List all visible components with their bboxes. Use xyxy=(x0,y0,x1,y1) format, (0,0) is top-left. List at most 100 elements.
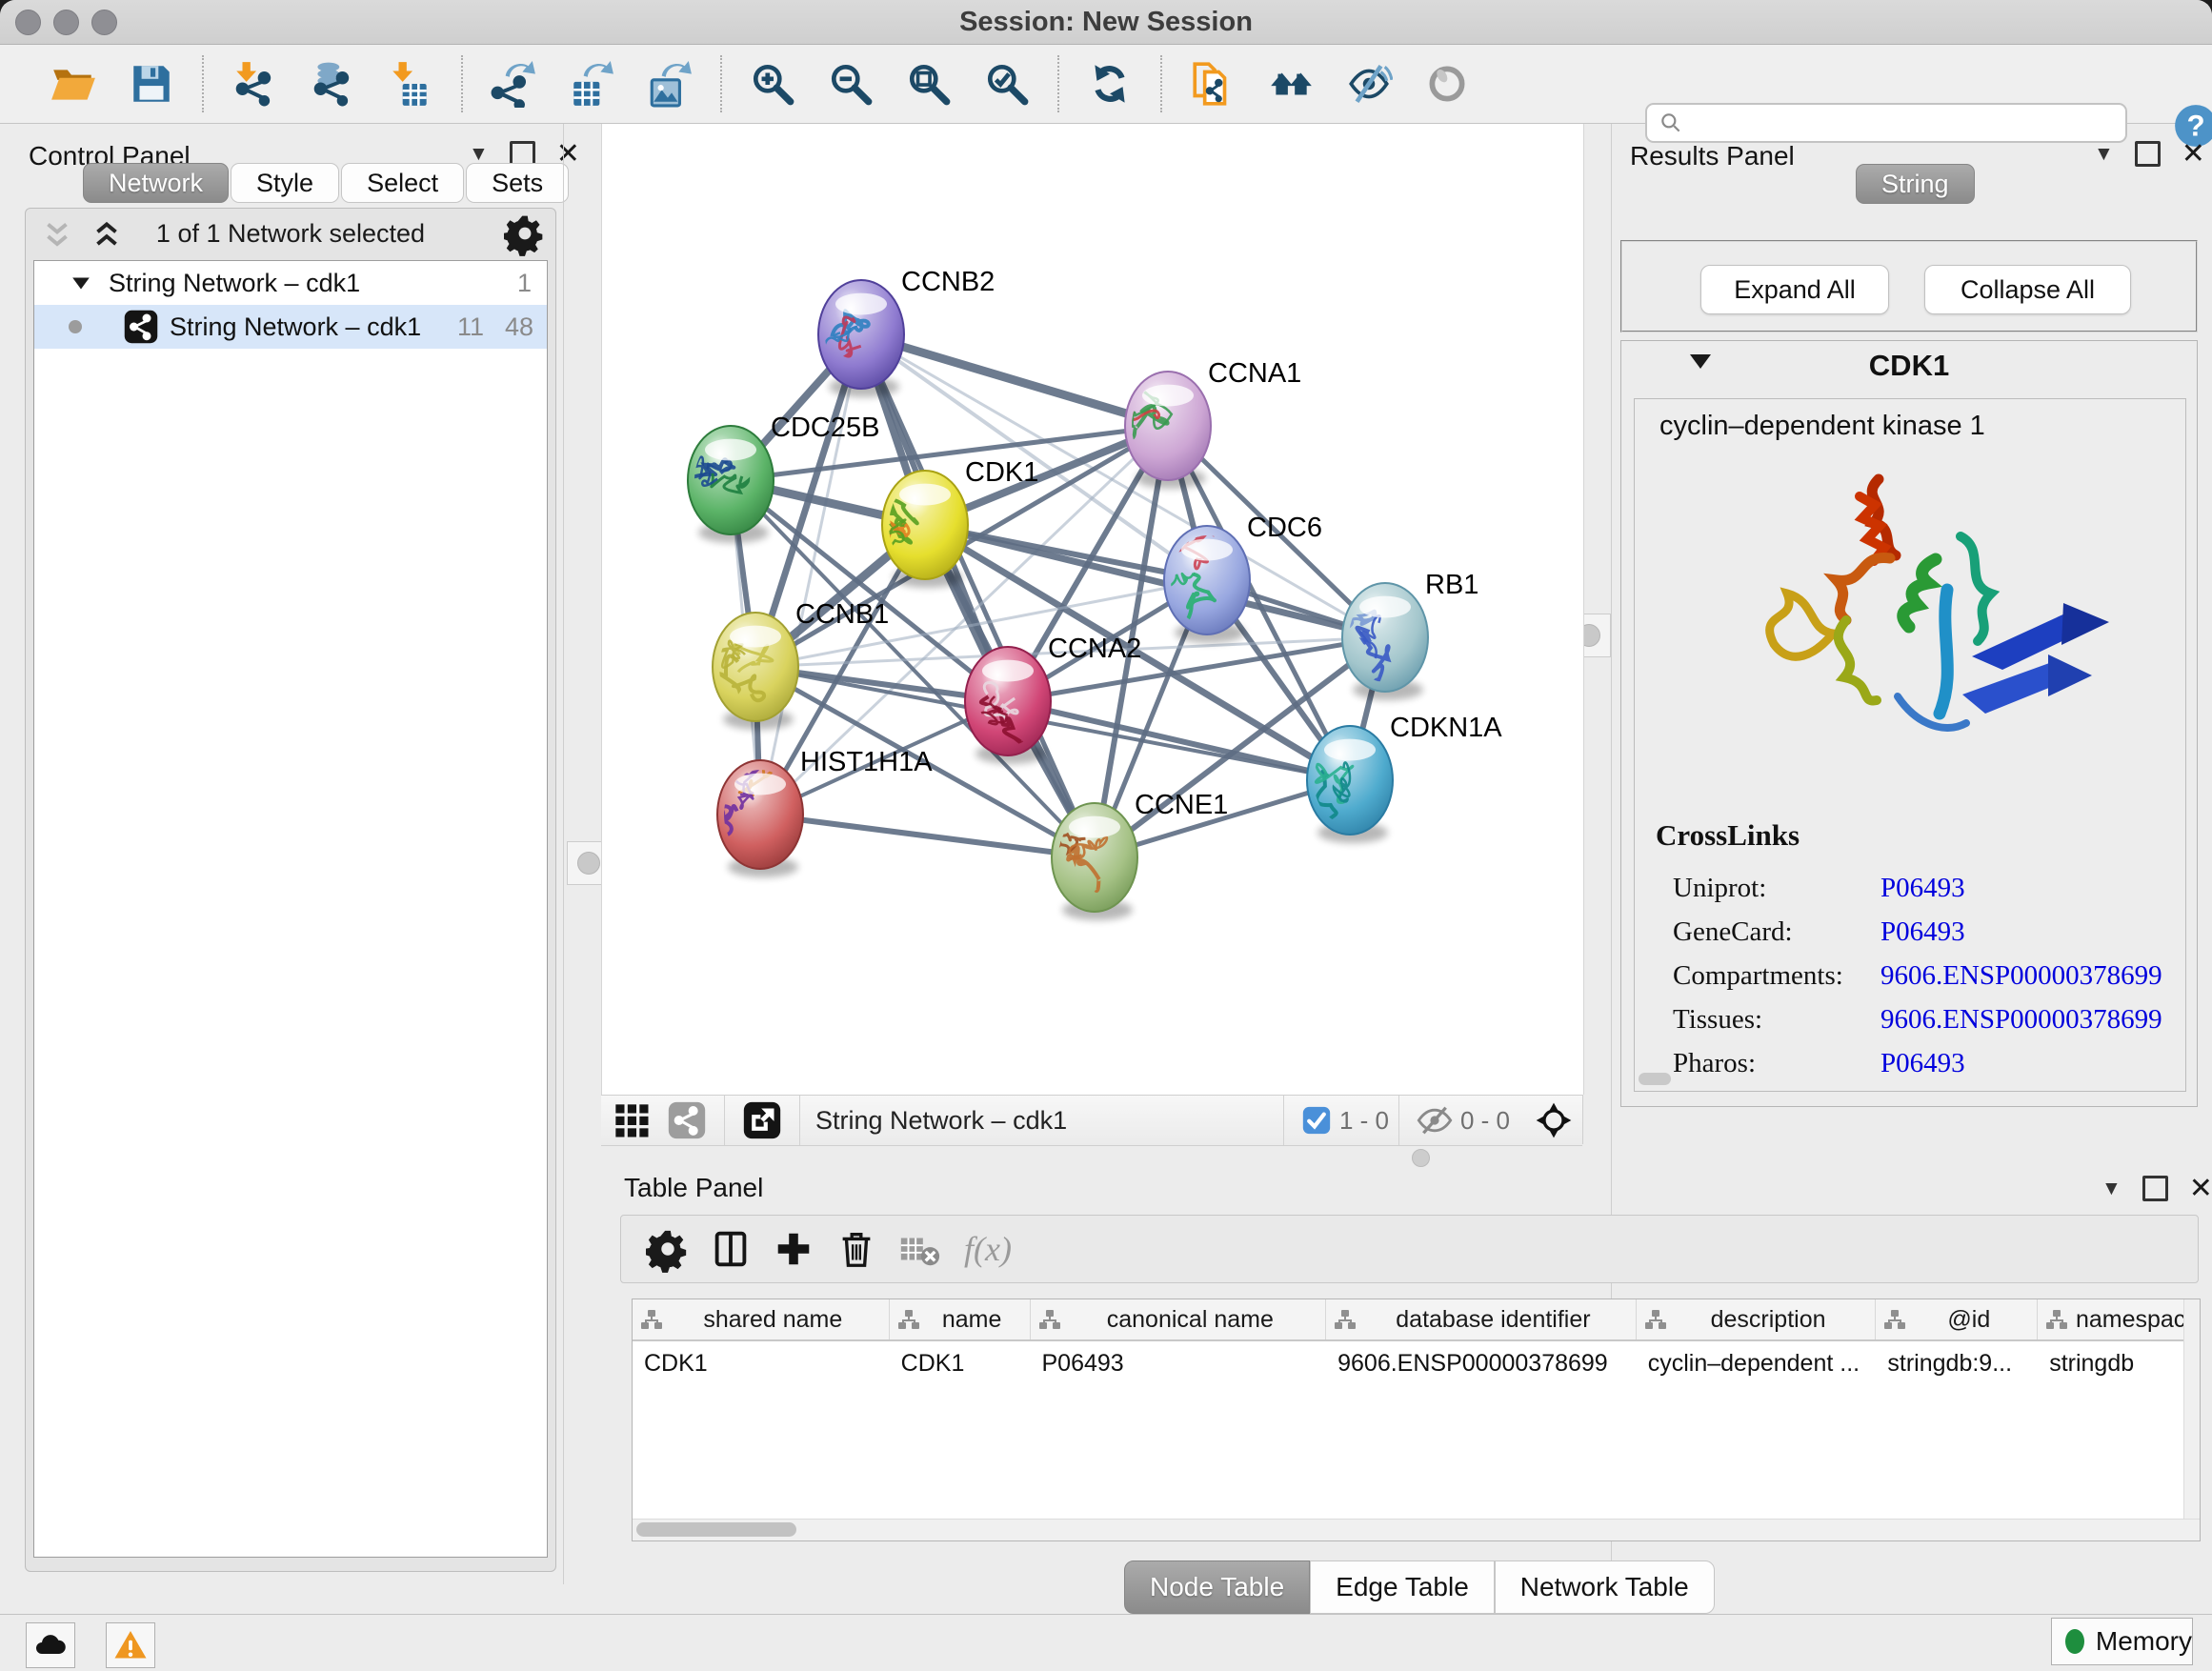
cloud-button[interactable] xyxy=(26,1622,75,1668)
control-panel-close-icon[interactable]: ✕ xyxy=(556,144,580,164)
node-CCNE1[interactable]: CCNE1 xyxy=(1052,790,1228,920)
warnings-button[interactable] xyxy=(106,1622,155,1668)
node-label: CCNB2 xyxy=(901,267,995,297)
tab-string[interactable]: String xyxy=(1856,164,1975,204)
export-image-icon[interactable] xyxy=(644,56,695,111)
open-session-icon[interactable] xyxy=(48,56,99,111)
column-header-database-identifier[interactable]: database identifier xyxy=(1326,1299,1637,1339)
column-header--id[interactable]: @id xyxy=(1876,1299,2038,1339)
network-view-icon[interactable] xyxy=(666,1099,708,1141)
tab-network-table[interactable]: Network Table xyxy=(1495,1560,1715,1614)
expand-all-button[interactable]: Expand All xyxy=(1700,265,1889,314)
add-column-icon[interactable] xyxy=(772,1221,815,1277)
toolbar-separator xyxy=(202,55,204,112)
first-neighbors-icon[interactable] xyxy=(1265,56,1317,111)
refresh-network-icon[interactable] xyxy=(1084,56,1136,111)
collapse-all-button[interactable]: Collapse All xyxy=(1924,265,2131,314)
control-panel: Control Panel ▼ ✕ NetworkStyleSelectSets… xyxy=(10,124,562,1584)
fit-selected-crosshair-icon[interactable] xyxy=(1533,1099,1575,1141)
import-network-database-icon[interactable] xyxy=(307,56,358,111)
new-network-from-file-icon[interactable] xyxy=(1187,56,1238,111)
node-CCNA1[interactable]: CCNA1 xyxy=(1108,358,1301,489)
selected-nodes-checkbox-icon[interactable] xyxy=(1300,1099,1333,1141)
detach-view-icon[interactable] xyxy=(741,1099,783,1141)
tab-select[interactable]: Select xyxy=(341,163,464,203)
column-header-shared-name[interactable]: shared name xyxy=(633,1299,890,1339)
crosslink-link[interactable]: P06493 xyxy=(1880,873,1965,904)
crosslink-link[interactable]: 9606.ENSP00000378699 xyxy=(1880,960,2162,992)
zoom-fit-icon[interactable] xyxy=(903,56,955,111)
node-RB1[interactable]: RB1 xyxy=(1342,570,1478,700)
split-panel-icon[interactable] xyxy=(709,1221,753,1277)
zoom-in-icon[interactable] xyxy=(747,56,798,111)
grid-view-icon[interactable] xyxy=(611,1099,653,1141)
collection-expander-icon[interactable] xyxy=(72,277,90,289)
gene-expander-icon[interactable] xyxy=(1690,354,1711,369)
table-row[interactable]: CDK1CDK1P064939606.ENSP00000378699cyclin… xyxy=(633,1341,2200,1385)
bottom-splitter-handle[interactable] xyxy=(1412,1149,1430,1167)
crosslink-row: Uniprot:P06493 xyxy=(1673,866,2168,910)
export-network-icon[interactable] xyxy=(488,56,539,111)
column-header-description[interactable]: description xyxy=(1637,1299,1877,1339)
zoom-out-icon[interactable] xyxy=(825,56,876,111)
table-vertical-scrollbar[interactable] xyxy=(2183,1299,2200,1540)
network-collection-row[interactable]: String Network – cdk1 1 xyxy=(34,261,547,305)
table-cell[interactable]: CDK1 xyxy=(633,1341,890,1385)
node-HIST1H1A[interactable]: HIST1H1A xyxy=(705,747,933,877)
table-settings-icon[interactable] xyxy=(646,1221,690,1277)
results-panel-float-icon[interactable] xyxy=(2135,141,2161,167)
table-panel-menu-icon[interactable]: ▼ xyxy=(2101,1178,2122,1200)
network-options-gear-icon[interactable] xyxy=(504,206,546,261)
gene-section-header[interactable]: CDK1 xyxy=(1621,341,2197,391)
network-view-canvas[interactable]: CCNB2CCNA1CDC25BCDK1CDC6RB1CCNB1CCNA2CDK… xyxy=(601,124,1584,1095)
show-all-icon[interactable] xyxy=(1421,56,1473,111)
network-row[interactable]: String Network – cdk1 11 48 xyxy=(34,305,547,349)
tab-edge-table[interactable]: Edge Table xyxy=(1310,1560,1495,1614)
save-session-icon[interactable] xyxy=(126,56,177,111)
import-table-icon[interactable] xyxy=(385,56,436,111)
delete-table-icon[interactable] xyxy=(897,1221,941,1277)
table-panel-close-icon[interactable]: ✕ xyxy=(2189,1178,2212,1198)
column-header-name[interactable]: name xyxy=(890,1299,1031,1339)
edge-CCNB2-CCNA1[interactable] xyxy=(861,334,1168,426)
network-label: String Network – cdk1 xyxy=(170,312,421,342)
node-CDC6[interactable]: CDC6 xyxy=(1141,513,1322,643)
delete-column-icon[interactable] xyxy=(835,1221,878,1277)
node-label: CDKN1A xyxy=(1390,713,1502,743)
table-cell[interactable]: stringdb:9... xyxy=(1876,1341,2038,1385)
function-builder-icon[interactable]: f(x) xyxy=(964,1229,1012,1269)
node-label: CCNA1 xyxy=(1208,358,1301,389)
hide-selected-icon[interactable] xyxy=(1343,56,1395,111)
node-CDKN1A[interactable]: CDKN1A xyxy=(1307,713,1502,843)
zoom-selected-icon[interactable] xyxy=(981,56,1033,111)
edge-CCNB2-CCNE1[interactable] xyxy=(861,334,1095,857)
crosslink-link[interactable]: P06493 xyxy=(1880,1048,1965,1079)
table-horizontal-scrollbar[interactable] xyxy=(633,1519,2200,1540)
table-cell[interactable]: CDK1 xyxy=(890,1341,1031,1385)
column-header-namespac[interactable]: namespac xyxy=(2038,1299,2200,1339)
memory-label: Memory xyxy=(2096,1626,2192,1657)
node-CCNB2[interactable]: CCNB2 xyxy=(807,267,995,397)
table-cell[interactable]: 9606.ENSP00000378699 xyxy=(1326,1341,1637,1385)
hidden-eye-slash-icon[interactable] xyxy=(1416,1099,1454,1141)
results-panel-menu-icon[interactable]: ▼ xyxy=(2094,143,2114,166)
table-cell[interactable]: stringdb xyxy=(2038,1341,2200,1385)
table-panel-float-icon[interactable] xyxy=(2142,1176,2168,1201)
node-table[interactable]: shared namenamecanonical namedatabase id… xyxy=(632,1299,2201,1541)
column-header-canonical-name[interactable]: canonical name xyxy=(1031,1299,1327,1339)
control-panel-menu-icon[interactable]: ▼ xyxy=(469,143,489,166)
tab-style[interactable]: Style xyxy=(231,163,339,203)
tab-network[interactable]: Network xyxy=(83,163,229,203)
export-table-icon[interactable] xyxy=(566,56,617,111)
edge-HIST1H1A-CCNE1[interactable] xyxy=(760,815,1095,857)
memory-button[interactable]: Memory xyxy=(2051,1618,2193,1665)
results-panel-close-icon[interactable]: ✕ xyxy=(2182,144,2205,164)
network-selection-status: 1 of 1 Network selected xyxy=(26,209,555,258)
tab-node-table[interactable]: Node Table xyxy=(1124,1560,1310,1614)
import-network-file-icon[interactable] xyxy=(229,56,280,111)
tab-sets[interactable]: Sets xyxy=(466,163,569,203)
crosslink-link[interactable]: 9606.ENSP00000378699 xyxy=(1880,1004,2162,1036)
crosslink-link[interactable]: P06493 xyxy=(1880,916,1965,948)
table-cell[interactable]: P06493 xyxy=(1031,1341,1327,1385)
table-cell[interactable]: cyclin–dependent ... xyxy=(1637,1341,1877,1385)
